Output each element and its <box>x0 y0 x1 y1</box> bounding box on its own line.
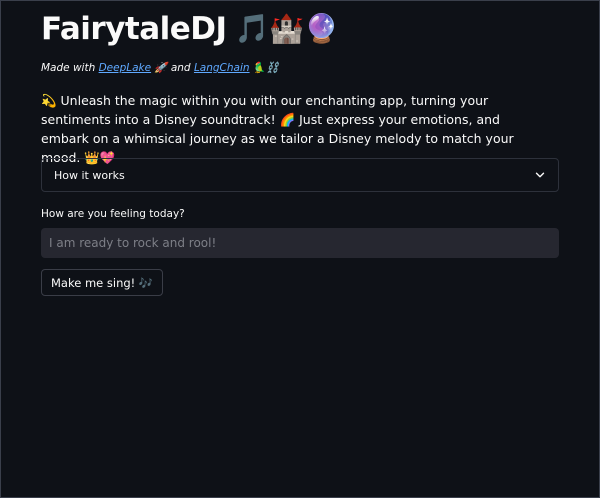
mood-input-label: How are you feeling today? <box>41 208 185 220</box>
page-title: FairytaleDJ <box>41 11 227 47</box>
make-me-sing-button[interactable]: Make me sing! 🎶 <box>41 269 164 296</box>
rocket-icon: 🚀 <box>154 62 168 74</box>
parrot-chain-icon: 🦜⛓️ <box>252 62 280 74</box>
page-title-row: FairytaleDJ 🎵🏰🔮 <box>41 8 339 50</box>
title-emoji-icons: 🎵🏰🔮 <box>234 12 340 45</box>
caption-prefix: Made with <box>41 62 96 74</box>
intro-paragraph: 💫 Unleash the magic within you with our … <box>41 93 514 165</box>
chevron-down-icon <box>534 169 546 181</box>
deeplake-link[interactable]: DeepLake <box>99 62 152 74</box>
langchain-link[interactable]: LangChain <box>194 62 250 74</box>
how-it-works-expander[interactable]: How it works <box>41 158 559 192</box>
mood-input[interactable] <box>41 228 559 258</box>
app-page: FairytaleDJ 🎵🏰🔮 Made with DeepLake 🚀 and… <box>0 0 600 498</box>
expander-label: How it works <box>54 168 125 182</box>
caption-connector: and <box>170 62 191 74</box>
made-with-caption: Made with DeepLake 🚀 and LangChain 🦜⛓️ <box>41 61 279 74</box>
